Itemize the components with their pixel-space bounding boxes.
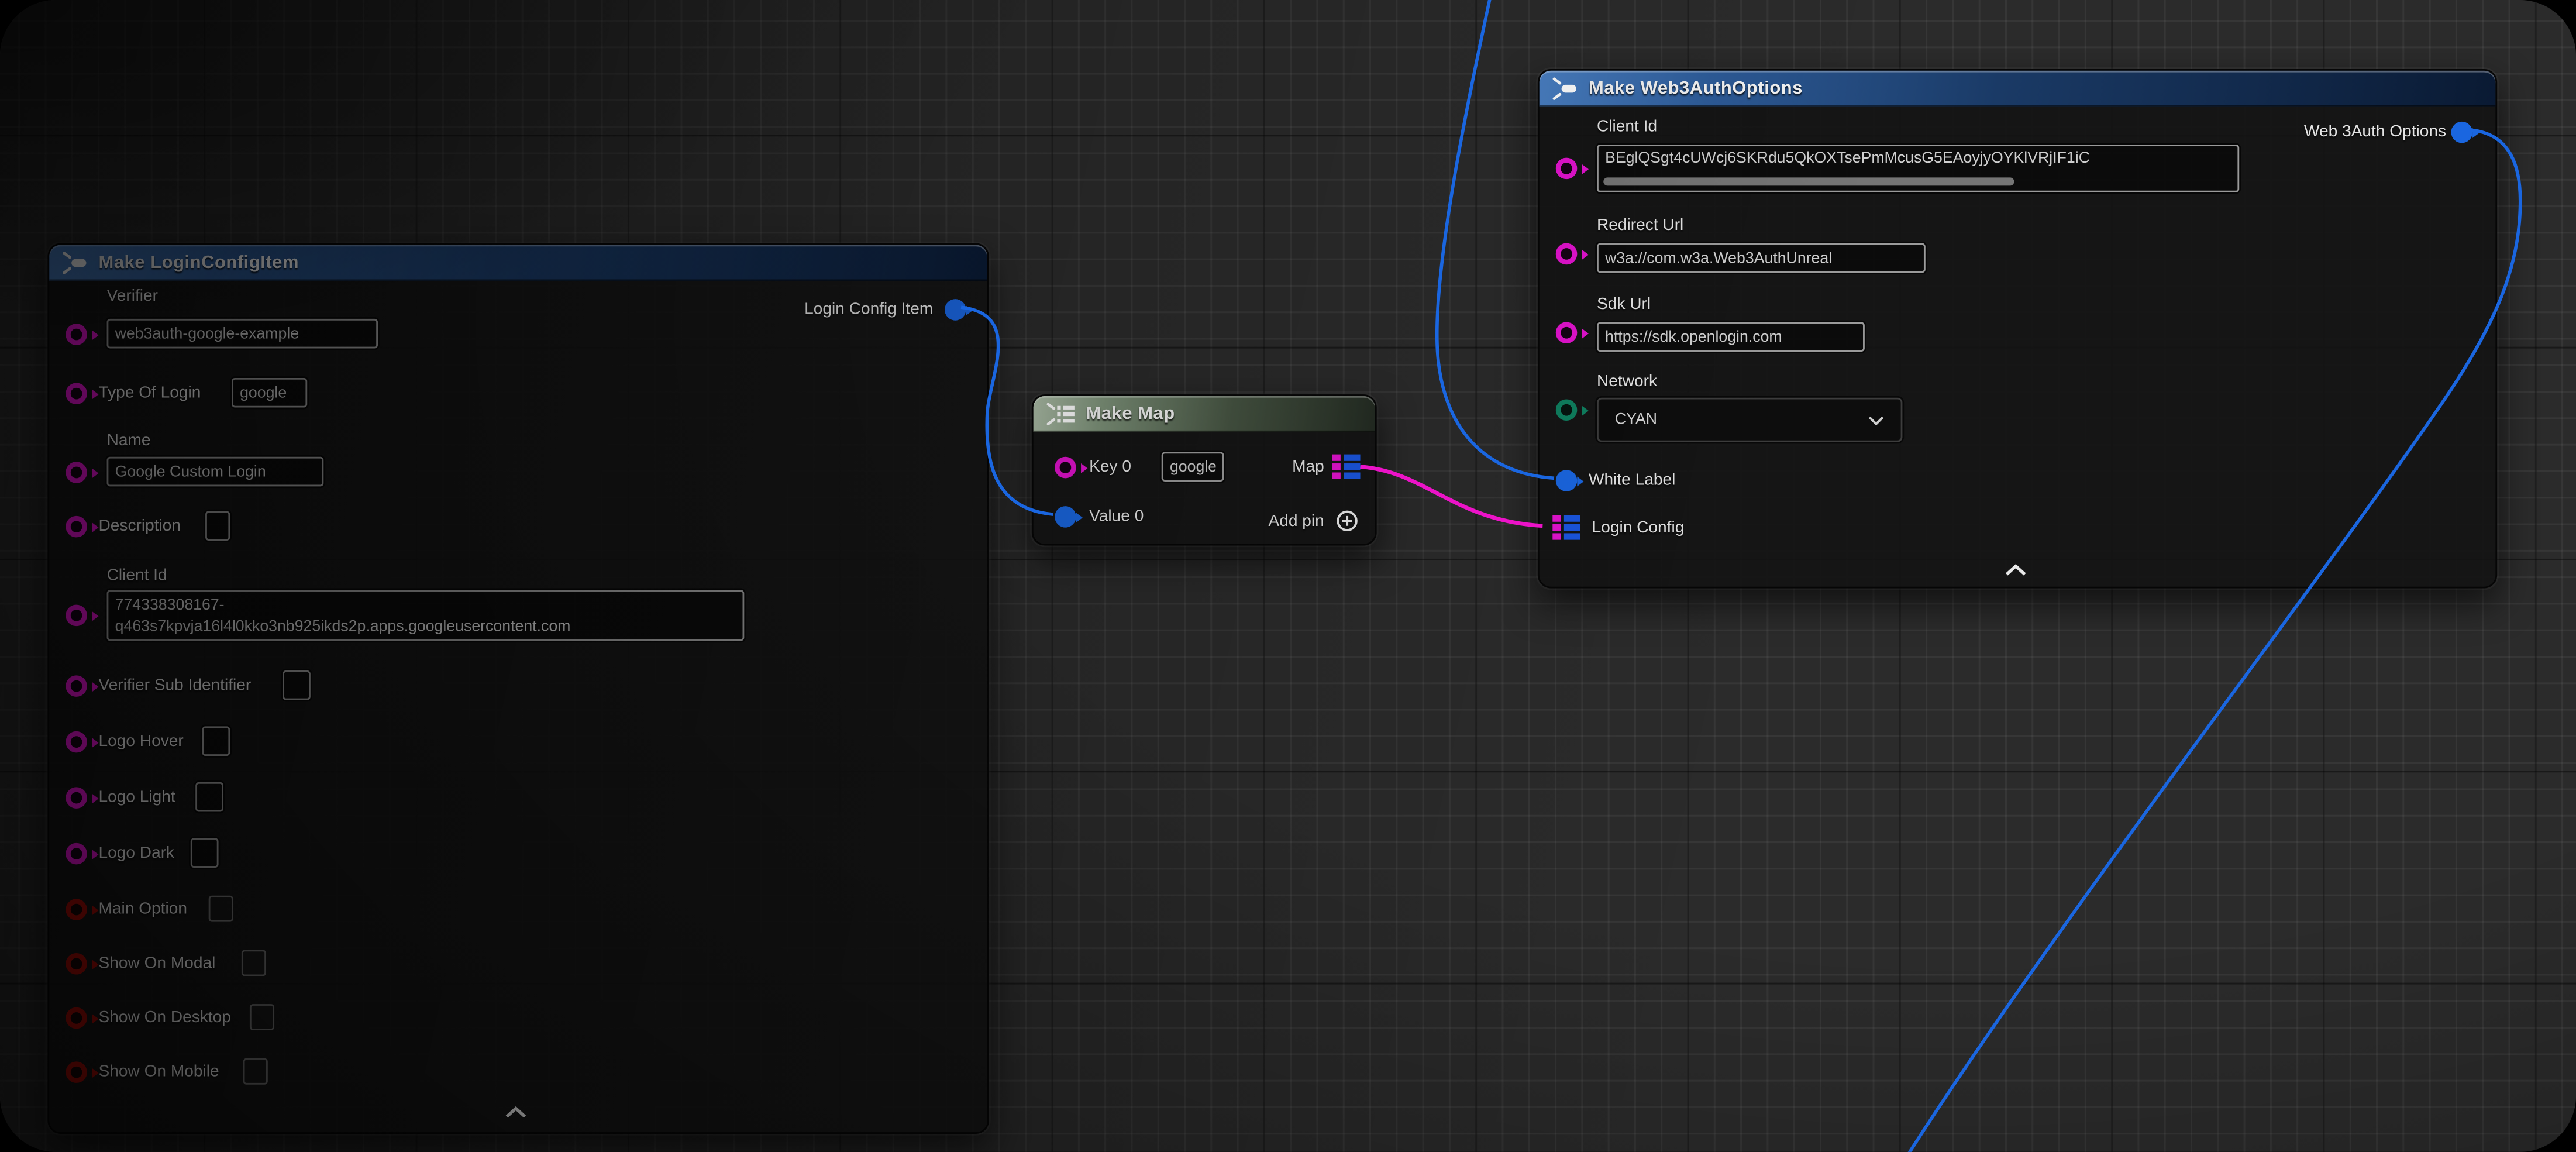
redirect-url-input[interactable] xyxy=(1597,243,1926,273)
pin-show-on-desktop[interactable] xyxy=(66,1007,87,1029)
pin-redirect-url[interactable] xyxy=(1556,243,1578,265)
logo-hover-input[interactable] xyxy=(202,726,230,756)
show-on-mobile-checkbox[interactable] xyxy=(243,1058,268,1085)
pin-label: Logo Light xyxy=(99,787,175,809)
pin-label: Login Config xyxy=(1592,518,1685,539)
node-header[interactable]: Make Web3AuthOptions xyxy=(1540,71,2496,107)
add-pin-button[interactable] xyxy=(1335,510,1358,532)
pin-label: Client Id xyxy=(107,565,167,587)
key-0-input[interactable] xyxy=(1162,452,1224,482)
pin-map-output[interactable] xyxy=(1332,453,1361,480)
pin-logo-hover[interactable] xyxy=(66,731,87,753)
network-dropdown[interactable]: CYAN xyxy=(1597,398,1902,442)
pin-label: Type Of Login xyxy=(99,383,201,404)
pin-label: Sdk Url xyxy=(1597,294,1651,316)
pin-web3auth-options-output[interactable] xyxy=(2451,122,2473,143)
make-container-icon xyxy=(1046,403,1076,425)
node-make-loginconfigitem[interactable]: Make LoginConfigItem Login Config Item V… xyxy=(47,243,989,1134)
pin-label: Name xyxy=(107,431,151,452)
logo-dark-input[interactable] xyxy=(191,838,219,868)
pin-logo-light[interactable] xyxy=(66,787,87,809)
graph-canvas[interactable]: Make LoginConfigItem Login Config Item V… xyxy=(0,0,2576,1152)
pin-show-on-mobile[interactable] xyxy=(66,1061,87,1083)
collapse-node-button[interactable] xyxy=(504,1106,527,1119)
node-title: Make Web3AuthOptions xyxy=(1589,79,1803,99)
pin-label: Description xyxy=(99,516,181,538)
pin-label: Logo Dark xyxy=(99,843,175,865)
pin-logo-dark[interactable] xyxy=(66,843,87,865)
pin-sdk-url[interactable] xyxy=(1556,322,1578,343)
make-struct-icon xyxy=(63,252,89,274)
name-input[interactable] xyxy=(107,457,324,487)
pin-verifier-sub-identifier[interactable] xyxy=(66,675,87,697)
wire-map-to-loginconfig xyxy=(1361,467,1543,526)
pin-key-0[interactable] xyxy=(1055,457,1076,479)
input-scrollbar[interactable] xyxy=(1603,177,2014,185)
pin-white-label[interactable] xyxy=(1556,470,1578,491)
pin-main-option[interactable] xyxy=(66,899,87,920)
main-option-checkbox[interactable] xyxy=(209,896,233,922)
pin-type-of-login[interactable] xyxy=(66,383,87,404)
pin-label: Client Id xyxy=(1597,116,1657,138)
add-pin-icon xyxy=(1335,510,1358,532)
pin-label: Verifier Sub Identifier xyxy=(99,675,252,697)
pin-label: Map xyxy=(1292,457,1324,479)
pin-label: Show On Desktop xyxy=(99,1007,231,1029)
pin-verifier[interactable] xyxy=(66,324,87,345)
node-title: Make Map xyxy=(1086,404,1175,424)
logo-light-input[interactable] xyxy=(195,782,223,812)
show-on-desktop-checkbox[interactable] xyxy=(250,1004,274,1030)
chevron-up-icon xyxy=(504,1106,527,1119)
sdk-url-input[interactable] xyxy=(1597,322,1865,352)
pin-label: Key 0 xyxy=(1089,457,1131,479)
blueprint-editor: Make LoginConfigItem Login Config Item V… xyxy=(0,0,2576,1152)
client-id-text: BEglQSgt4cUWcj6SKRdu5QkOXTsePmMcusG5EAoy… xyxy=(1605,150,2090,168)
pin-description[interactable] xyxy=(66,516,87,538)
pin-label: Redirect Url xyxy=(1597,215,1683,237)
add-pin-label: Add pin xyxy=(1269,511,1324,532)
pin-label: Show On Mobile xyxy=(99,1061,219,1083)
wire-top-to-whitelabel xyxy=(1437,0,1554,478)
pin-label: White Label xyxy=(1589,470,1675,491)
chevron-down-icon xyxy=(1868,415,1884,425)
client-id-input[interactable]: 774338308167- q463s7kpvja16l4l0kko3nb925… xyxy=(107,590,745,641)
pin-login-config[interactable] xyxy=(1552,514,1580,541)
chevron-up-icon xyxy=(2005,563,2027,576)
node-header[interactable]: Make LoginConfigItem xyxy=(49,245,987,281)
pin-client-id[interactable] xyxy=(1556,158,1578,180)
node-title: Make LoginConfigItem xyxy=(99,253,299,273)
pin-show-on-modal[interactable] xyxy=(66,953,87,975)
type-of-login-input[interactable] xyxy=(232,378,307,408)
pin-network[interactable] xyxy=(1556,400,1578,421)
collapse-node-button[interactable] xyxy=(2005,563,2027,576)
description-input[interactable] xyxy=(205,511,230,541)
pin-label: Login Config Item xyxy=(804,299,933,321)
pin-name[interactable] xyxy=(66,462,87,483)
verifier-sub-identifier-input[interactable] xyxy=(283,670,311,700)
node-header[interactable]: Make Map xyxy=(1034,396,1375,432)
pin-label: Main Option xyxy=(99,899,187,920)
pin-value-0[interactable] xyxy=(1055,506,1076,528)
node-make-map[interactable]: Make Map Key 0 Map Value 0 Add pin xyxy=(1032,394,1377,545)
pin-client-id[interactable] xyxy=(66,605,87,627)
make-struct-icon xyxy=(1552,77,1579,100)
pin-label: Web 3Auth Options xyxy=(2304,122,2446,143)
network-selected-value: CYAN xyxy=(1615,411,1657,429)
node-make-web3authoptions[interactable]: Make Web3AuthOptions Web 3Auth Options C… xyxy=(1538,69,2497,589)
pin-label: Show On Modal xyxy=(99,953,216,975)
show-on-modal-checkbox[interactable] xyxy=(242,950,266,976)
pin-label: Verifier xyxy=(107,286,158,308)
client-id-input[interactable]: BEglQSgt4cUWcj6SKRdu5QkOXTsePmMcusG5EAoy… xyxy=(1597,145,2239,192)
pin-login-config-item-output[interactable] xyxy=(945,299,966,321)
pin-label: Value 0 xyxy=(1089,506,1144,528)
map-pin-icon xyxy=(1552,514,1580,541)
verifier-input[interactable] xyxy=(107,319,378,349)
map-pin-icon xyxy=(1332,453,1361,480)
pin-label: Network xyxy=(1597,372,1657,393)
pin-label: Logo Hover xyxy=(99,731,184,753)
